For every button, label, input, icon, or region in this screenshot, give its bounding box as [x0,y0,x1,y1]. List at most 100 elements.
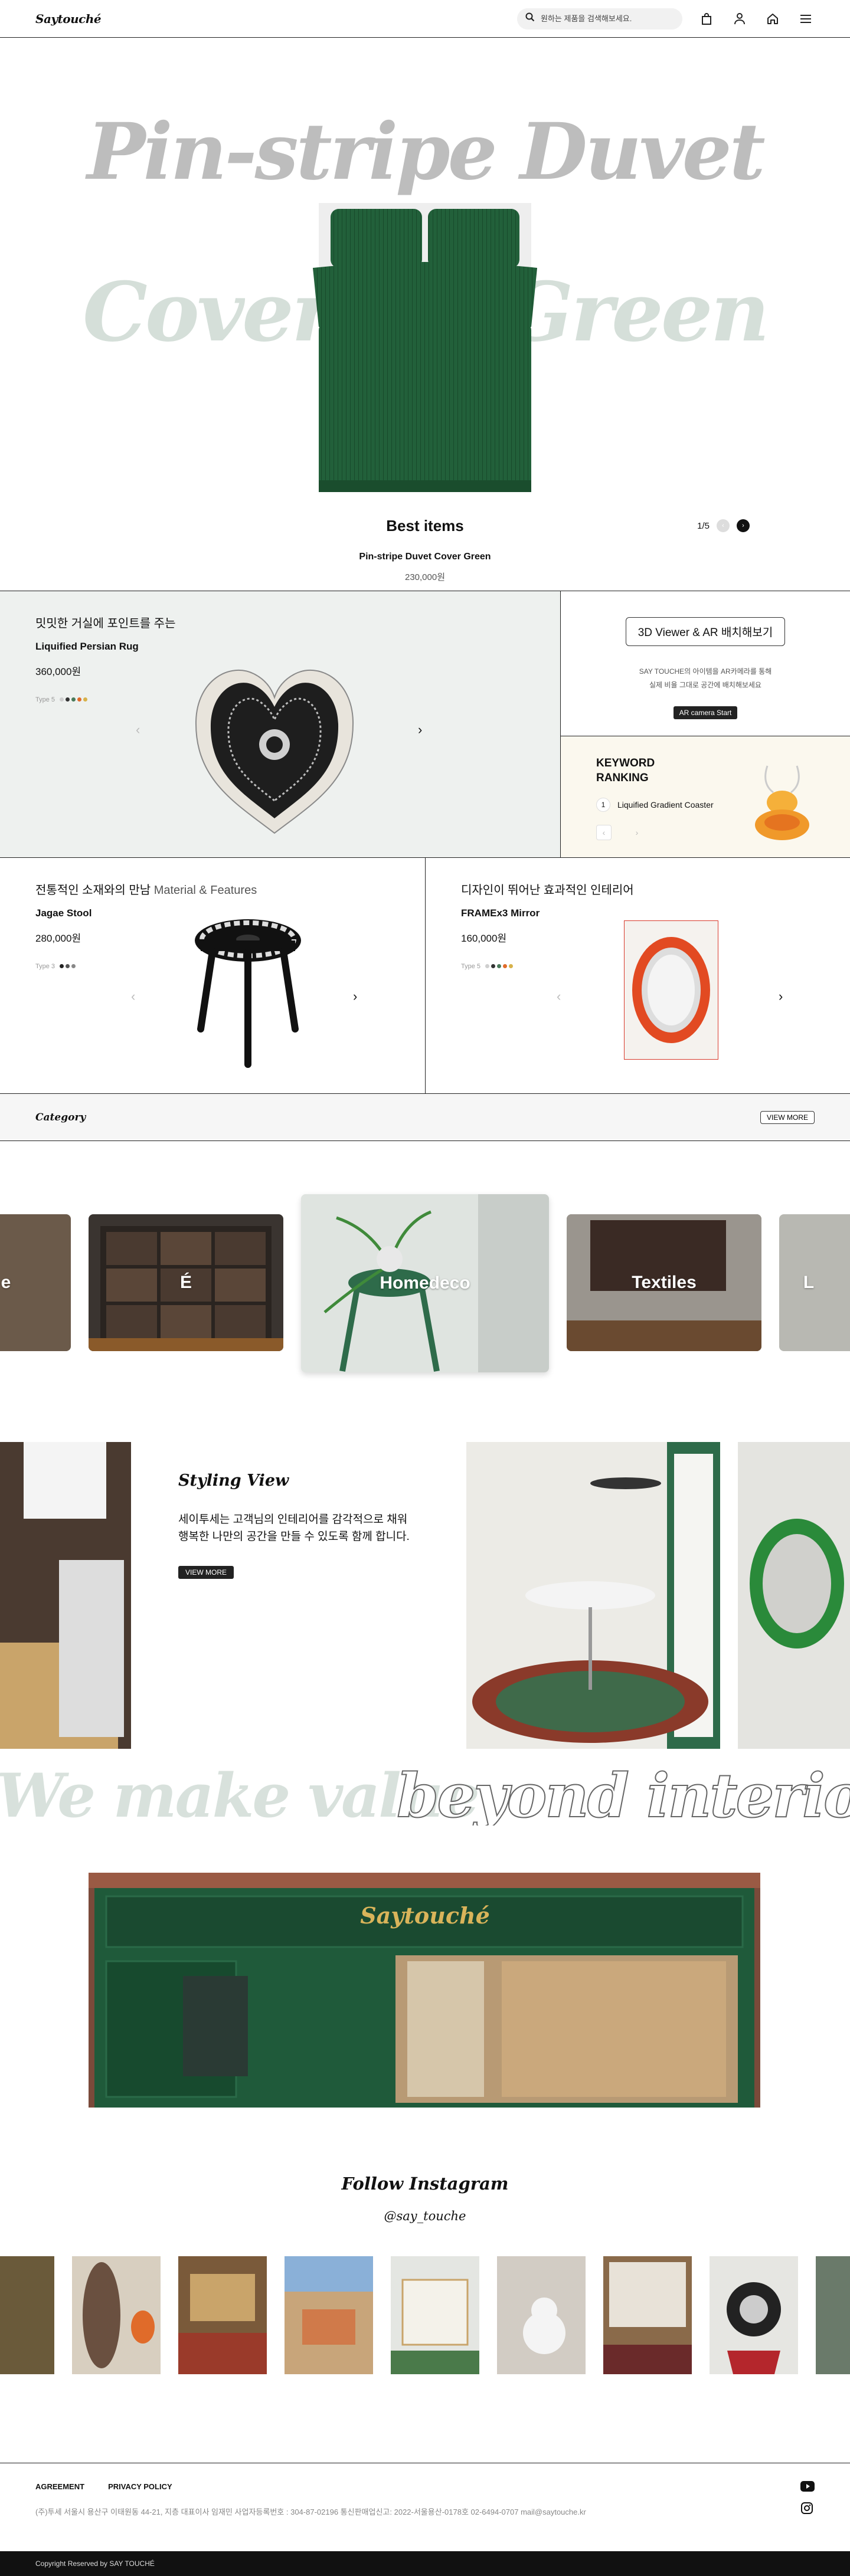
rug-type-label: Type 5 [35,696,55,703]
mirror-swatches[interactable] [485,963,515,970]
ar-camera-button[interactable]: AR camera Start [673,706,738,719]
category-card[interactable]: e [0,1214,71,1351]
prev-arrow-icon[interactable]: ‹ [717,519,730,532]
rug-product-name[interactable]: Liquified Persian Rug [35,641,139,653]
stool-panel: 전통적인 소재와의 만남 Material & Features Jagae S… [0,858,425,1093]
mirror-next-arrow[interactable]: › [779,989,783,1004]
category-title: Category [35,1111,86,1123]
instagram-post[interactable] [178,2256,267,2374]
stool-product-name[interactable]: Jagae Stool [35,907,91,919]
home-icon[interactable] [764,10,782,28]
category-card[interactable]: É [89,1214,283,1351]
styling-photo-right[interactable] [738,1442,850,1749]
stool-image[interactable] [189,917,307,1076]
rug-swatches[interactable] [60,696,89,703]
search-icon[interactable] [525,12,535,25]
site-logo[interactable]: Saytouché [35,12,102,26]
stool-type-label: Type 3 [35,963,55,970]
hero-banner: Pin-stripe Duvet Cover Green Best items … [0,38,850,591]
right-column: 3D Viewer & AR 배치해보기 SAY TOUCHE의 아이템을 AR… [561,591,850,857]
privacy-policy-link[interactable]: PRIVACY POLICY [108,2482,172,2491]
rug-prev-arrow[interactable]: ‹ [136,722,140,738]
instagram-post[interactable] [72,2256,161,2374]
category-card-label: e [1,1273,11,1292]
category-card[interactable]: L [779,1214,850,1351]
instagram-post[interactable] [497,2256,586,2374]
styling-desc-line1: 세이투세는 고객님의 인테리어를 감각적으로 채워 [178,1513,408,1526]
search-bar[interactable] [517,8,682,30]
next-arrow-icon[interactable]: › [737,519,750,532]
copyright-bar: Copyright Reserved by SAY TOUCHÉ [0,2551,850,2576]
rug-panel-title: 밋밋한 거실에 포인트를 주는 [35,617,176,630]
pager-count: 1/5 [697,520,710,531]
cart-icon[interactable] [698,10,715,28]
rug-next-arrow[interactable]: › [418,722,422,738]
rug-product-price: 360,000원 [35,666,81,677]
menu-icon[interactable] [797,10,815,28]
instagram-post[interactable] [391,2256,479,2374]
ar-description: SAY TOUCHE의 아이템을 AR카메라를 통해 실제 비율 그대로 공간에… [639,665,772,692]
duvet-image[interactable] [307,203,543,498]
ar-desc-line2: 실제 비율 그대로 공간에 배치해보세요 [649,680,761,689]
ranking-next-icon[interactable]: › [629,825,645,840]
ranking-prev-icon[interactable]: ‹ [596,825,612,840]
mirror-image[interactable] [624,920,718,1060]
user-icon[interactable] [731,10,748,28]
stool-next-arrow[interactable]: › [353,989,357,1004]
styling-desc-line2: 행복한 나만의 공간을 만들 수 있도록 함께 합니다. [178,1530,410,1543]
styling-view-description: 세이투세는 고객님의 인테리어를 감각적으로 채워 행복한 나만의 공간을 만들… [178,1512,438,1545]
category-card-label: Textiles [632,1273,697,1292]
category-carousel: e É Homedeco Textiles L [0,1141,850,1424]
marquee-banner: We make value beyond interior p [0,1755,850,1826]
stool-product-price: 280,000원 [35,933,81,944]
agreement-link[interactable]: AGREEMENT [35,2482,84,2491]
hero-title-left: Cover [83,264,335,360]
ar-viewer-box: 3D Viewer & AR 배치해보기 SAY TOUCHE의 아이템을 AR… [561,591,850,736]
featured-grid: 밋밋한 거실에 포인트를 주는 Liquified Persian Rug 36… [0,591,850,858]
ranking-item[interactable]: 1 Liquified Gradient Coaster [596,798,714,812]
site-header: Saytouché [0,0,850,38]
instagram-post[interactable] [710,2256,798,2374]
mirror-prev-arrow[interactable]: ‹ [557,989,561,1004]
social-links [800,2481,815,2518]
marquee-text-outline: beyond interior p [396,1760,850,1826]
category-card[interactable]: Textiles [567,1214,761,1351]
hero-product-price: 230,000원 [404,572,446,582]
category-card-label: Homedeco [380,1273,470,1293]
hero-product-name[interactable]: Pin-stripe Duvet Cover Green [0,552,850,562]
stool-title-ko: 전통적인 소재와의 만남 [35,884,151,897]
stool-swatches[interactable] [60,963,77,970]
instagram-post[interactable] [0,2256,54,2374]
instagram-post[interactable] [603,2256,692,2374]
styling-photo-main[interactable] [466,1442,720,1749]
store-sign: Saytouché [360,1902,490,1929]
ar-desc-line1: SAY TOUCHE의 아이템을 AR카메라를 통해 [639,667,772,676]
instagram-handle[interactable]: @say_touche [0,2209,850,2223]
ranking-title-line2: RANKING [596,771,649,784]
header-actions [517,8,815,30]
rug-image[interactable] [189,656,360,839]
instagram-post[interactable] [816,2256,850,2374]
instagram-post[interactable] [285,2256,373,2374]
category-bar: Category VIEW MORE [0,1094,850,1141]
styling-photo-left[interactable] [0,1442,131,1749]
youtube-icon[interactable] [800,2481,815,2495]
category-card-label: L [803,1273,815,1292]
mirror-panel: 디자인이 뛰어난 효과적인 인테리어 FRAMEx3 Mirror 160,00… [425,858,850,1093]
keyword-ranking: KEYWORD RANKING 1 Liquified Gradient Coa… [561,736,850,857]
ranking-item-name: Liquified Gradient Coaster [617,800,714,809]
category-card[interactable]: Homedeco [301,1194,549,1372]
ranking-number: 1 [596,798,610,812]
coaster-image[interactable] [750,760,815,843]
mirror-product-price: 160,000원 [461,933,507,944]
material-grid: 전통적인 소재와의 만남 Material & Features Jagae S… [0,858,850,1094]
mirror-panel-title: 디자인이 뛰어난 효과적인 인테리어 [461,884,634,897]
search-input[interactable] [541,14,674,23]
mirror-product-name[interactable]: FRAMEx3 Mirror [461,907,540,919]
stool-prev-arrow[interactable]: ‹ [131,989,135,1004]
store-front-section: Saytouché [0,1826,850,2156]
category-view-more-button[interactable]: VIEW MORE [760,1110,815,1124]
styling-view-more-button[interactable]: VIEW MORE [178,1566,234,1579]
stool-panel-title: 전통적인 소재와의 만남 Material & Features [35,880,257,897]
instagram-icon[interactable] [800,2502,815,2518]
